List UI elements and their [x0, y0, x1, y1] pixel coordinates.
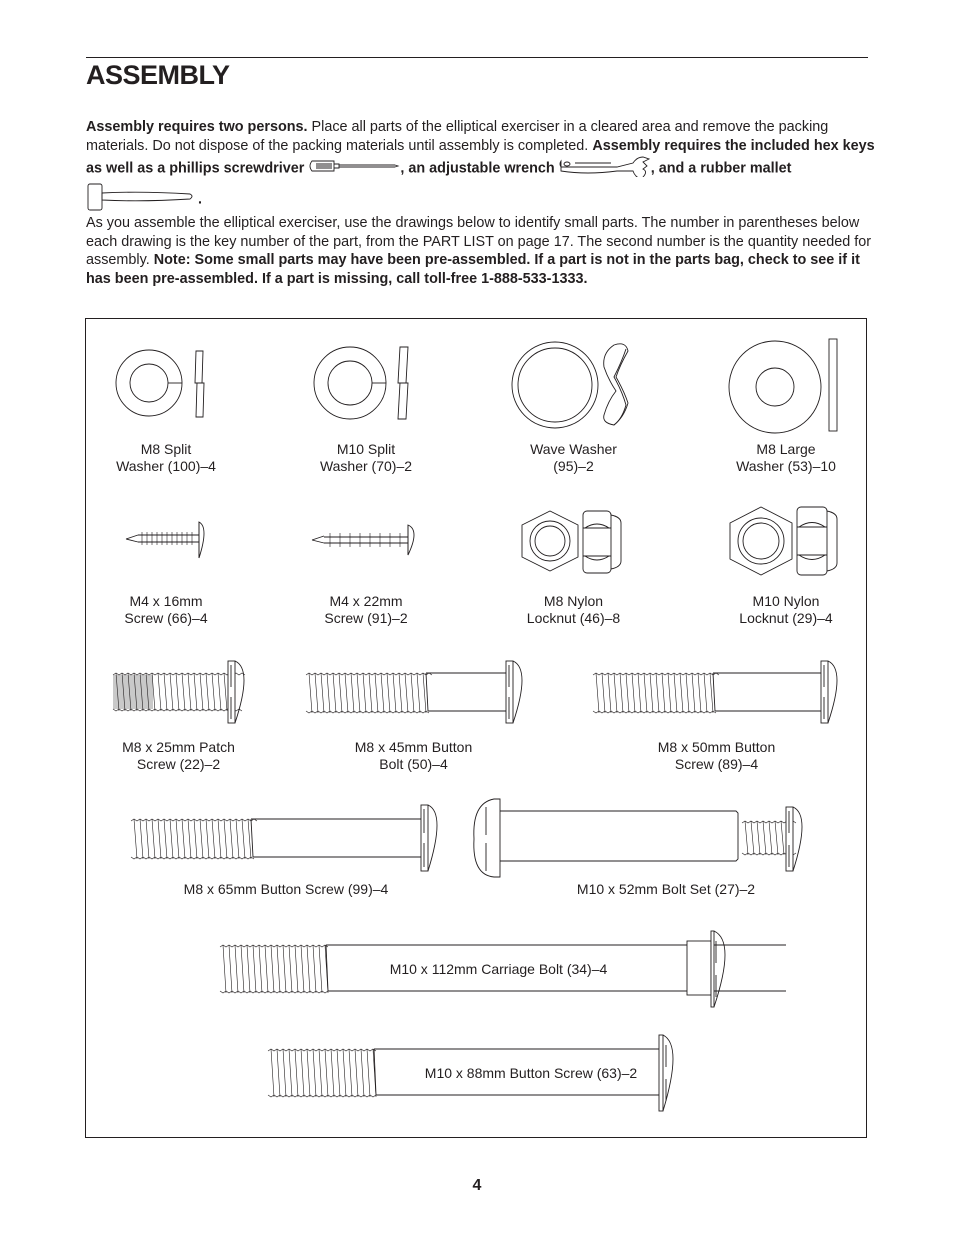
m4-22mm-screw-icon — [311, 524, 415, 556]
part-label: M10 x 112mm Carriage Bolt (34)–4 — [389, 961, 608, 977]
m8-45mm-button-bolt-icon — [305, 660, 523, 724]
wave-washer-icon — [511, 341, 629, 429]
m8-split-washer-icon — [115, 349, 205, 418]
part-label: M8 x 65mm Button Screw (99)–4 — [183, 881, 389, 897]
part-label: Wave Washer (95)–2 — [530, 441, 617, 474]
m10-52mm-bolt-set-icon — [473, 798, 803, 878]
intro-bold-period: . — [198, 191, 202, 208]
part-label: M10 x 52mm Bolt Set (27)–2 — [576, 881, 756, 897]
page-number: 4 — [472, 1177, 482, 1194]
intro-paragraph-tools: Assembly requires two persons. Place all… — [86, 118, 876, 216]
part-label: M10 Split Washer (70)–2 — [319, 441, 413, 474]
intro-bold-wrench: , an adjustable wrench — [400, 160, 555, 177]
m8-large-washer-icon — [728, 338, 838, 434]
rubber-mallet-icon — [86, 183, 198, 217]
m8-25mm-patch-screw-icon — [112, 660, 246, 724]
m4-16mm-screw-icon — [125, 521, 205, 559]
part-label: M8 Nylon Locknut (46)–8 — [526, 593, 621, 626]
intro-bold-two-persons: Assembly requires two persons. — [86, 119, 308, 135]
header-rule — [86, 57, 868, 58]
page-title: ASSEMBLY — [86, 60, 230, 90]
m10-nylon-locknut-icon — [729, 506, 838, 576]
part-label: M10 x 88mm Button Screw (63)–2 — [424, 1065, 638, 1081]
part-label: M4 x 16mm Screw (66)–4 — [124, 593, 208, 626]
part-label: M4 x 22mm Screw (91)–2 — [324, 593, 408, 626]
m8-65mm-button-screw-icon — [130, 804, 438, 872]
part-label: M8 x 45mm Button Bolt (50)–4 — [354, 739, 473, 772]
part-label: M8 x 25mm Patch Screw (22)–2 — [122, 739, 235, 772]
part-label: M10 Nylon Locknut (29)–4 — [739, 593, 833, 626]
m8-nylon-locknut-icon — [521, 510, 622, 574]
intro-paragraph-parts: As you assemble the elliptical exerciser… — [86, 214, 876, 288]
intro-note-missing-parts: Note: Some small parts may have been pre… — [86, 252, 860, 287]
part-label: M8 Split Washer (100)–4 — [116, 441, 216, 474]
part-label: M8 Large Washer (53)–10 — [736, 441, 836, 474]
m10-split-washer-icon — [313, 346, 409, 420]
m8-50mm-button-screw-icon — [592, 660, 838, 724]
parts-identification-box: M8 Split Washer (100)–4 M10 Split Washer… — [85, 318, 867, 1138]
part-label: M8 x 50mm Button Screw (89)–4 — [657, 739, 776, 772]
adjustable-wrench-icon — [559, 155, 651, 183]
phillips-screwdriver-icon — [308, 159, 400, 179]
intro-bold-mallet: , and a rubber mallet — [650, 160, 792, 177]
